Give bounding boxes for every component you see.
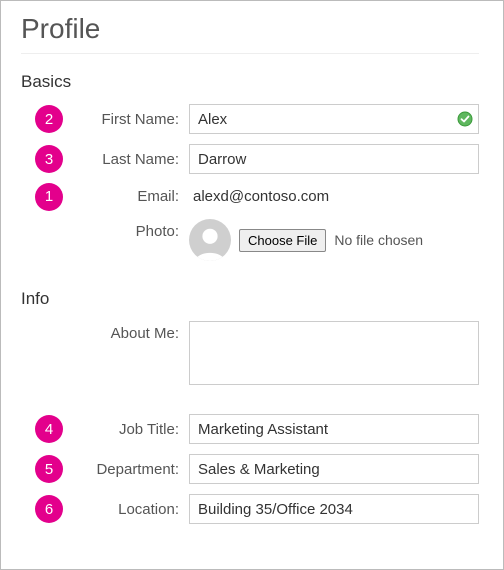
row-location: 6 Location:: [21, 494, 479, 524]
callout-badge-4: 4: [35, 415, 63, 443]
callout-badge-1: 1: [35, 183, 63, 211]
row-last-name: 3 Last Name:: [21, 144, 479, 174]
department-field[interactable]: [189, 454, 479, 484]
row-photo: Photo: Choose File No file chosen: [21, 219, 479, 261]
last-name-field[interactable]: [189, 144, 479, 174]
page-title: Profile: [21, 13, 479, 45]
row-about-me: About Me:: [21, 321, 479, 390]
avatar-placeholder-icon: [189, 219, 231, 261]
location-field[interactable]: [189, 494, 479, 524]
callout-badge-3: 3: [35, 145, 63, 173]
email-value: alexd@contoso.com: [189, 184, 479, 209]
job-title-field[interactable]: [189, 414, 479, 444]
first-name-field[interactable]: [189, 104, 479, 134]
callout-badge-2: 2: [35, 105, 63, 133]
section-info-title: Info: [21, 289, 479, 309]
row-email: 1 Email: alexd@contoso.com: [21, 184, 479, 209]
callout-badge-5: 5: [35, 455, 63, 483]
divider: [21, 53, 479, 54]
row-department: 5 Department:: [21, 454, 479, 484]
section-basics-title: Basics: [21, 72, 479, 92]
row-job-title: 4 Job Title:: [21, 414, 479, 444]
label-about-me: About Me:: [21, 321, 189, 342]
callout-badge-6: 6: [35, 495, 63, 523]
valid-check-icon: [457, 111, 473, 127]
label-photo: Photo:: [21, 219, 189, 240]
choose-file-button[interactable]: Choose File: [239, 229, 326, 252]
about-me-field[interactable]: [189, 321, 479, 385]
profile-form: Profile Basics 2 First Name: 3 Last Name…: [0, 0, 504, 570]
file-status-text: No file chosen: [334, 232, 423, 248]
row-first-name: 2 First Name:: [21, 104, 479, 134]
